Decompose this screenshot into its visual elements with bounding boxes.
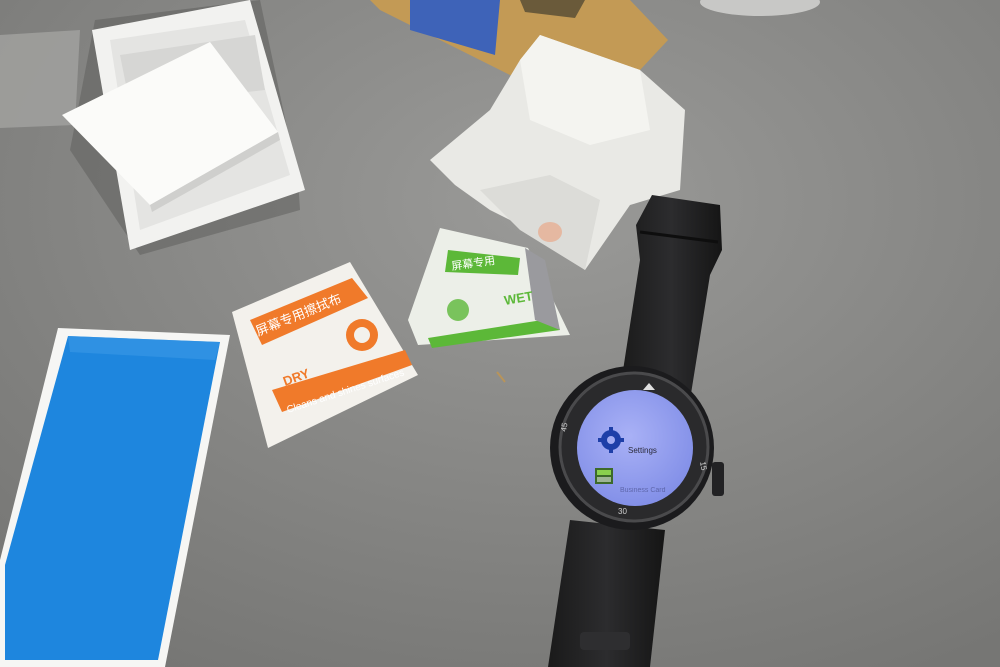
card-icon[interactable]	[595, 468, 613, 484]
business-card-label[interactable]: Business Card	[620, 487, 666, 494]
bezel-numeral-30: 30	[618, 507, 627, 516]
settings-label[interactable]: Settings	[628, 446, 657, 455]
scene-svg: 屏幕专用擦拭布 DRY Cleans and shines surfaces 屏…	[0, 0, 1000, 667]
photo-scene: 屏幕专用擦拭布 DRY Cleans and shines surfaces 屏…	[0, 0, 1000, 667]
watch-crown	[712, 462, 724, 496]
